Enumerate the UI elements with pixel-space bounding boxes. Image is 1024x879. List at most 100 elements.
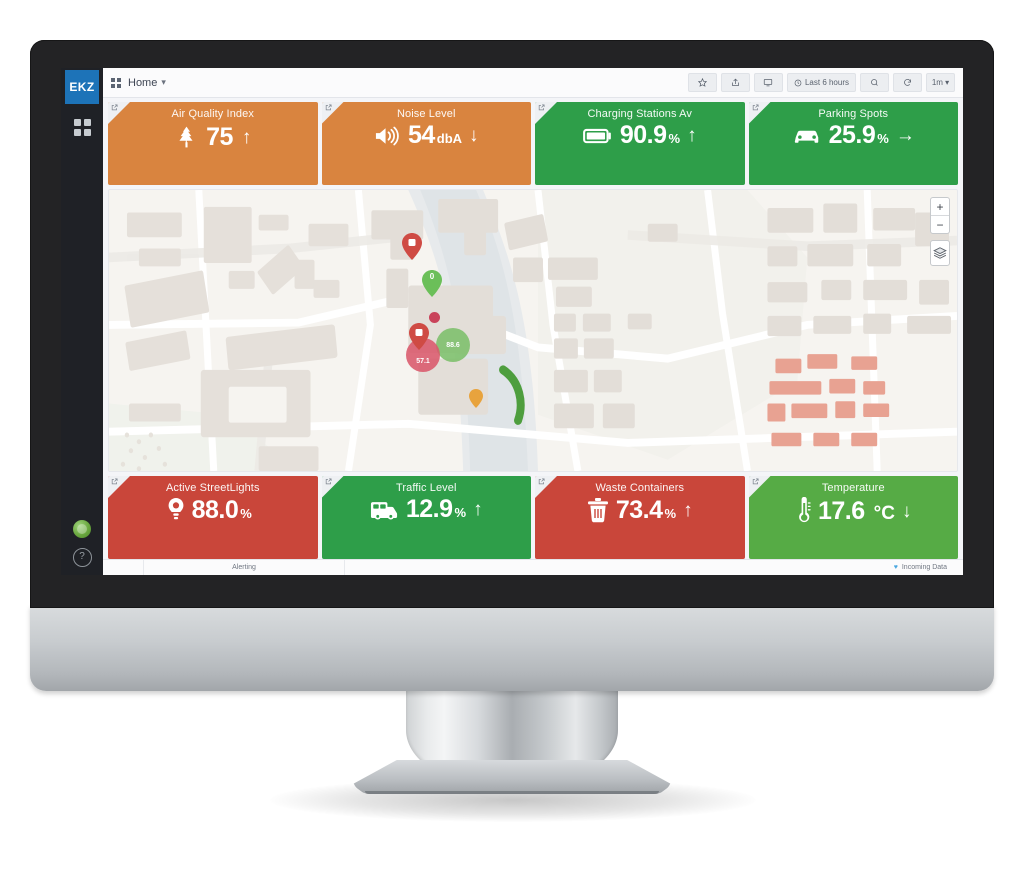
battery-icon: [582, 126, 613, 146]
panel-air-quality-index[interactable]: Air Quality Index 75 ↑: [108, 102, 318, 185]
sidebar: EKZ ?: [61, 68, 103, 575]
sidebar-item-dashboards[interactable]: [61, 110, 103, 144]
panel-value-row: 25.9 % →: [749, 123, 959, 148]
panel-value: 73.4: [615, 495, 663, 524]
zoom-out-button[interactable]: −: [931, 216, 949, 233]
star-button[interactable]: [687, 73, 717, 92]
panel-active-streetlights[interactable]: Active StreetLights 88.0 %: [108, 476, 318, 559]
map-controls: + −: [930, 197, 950, 266]
navbar-actions: Last 6 hours 1m ▾: [687, 73, 955, 92]
avatar[interactable]: [73, 520, 91, 538]
status-incoming-label: Incoming Data: [901, 564, 947, 571]
car-icon: [792, 125, 822, 147]
panel-unit: %: [240, 506, 252, 521]
panel-title: Noise Level: [396, 108, 456, 120]
trend-arrow: ↓: [469, 125, 479, 146]
monitor-stand-foot: [352, 760, 672, 794]
panel-value: 12.9: [405, 495, 453, 523]
panel-unit: dbA: [436, 131, 463, 146]
thermometer-icon: [795, 497, 811, 525]
zoom-out-time-button[interactable]: [860, 73, 889, 92]
trash-icon: [587, 497, 609, 523]
status-alerting[interactable]: Alerting: [144, 560, 345, 575]
panel-unit: %: [668, 131, 681, 146]
time-range-picker[interactable]: Last 6 hours: [786, 73, 856, 92]
breadcrumb[interactable]: Home: [128, 77, 157, 89]
dashboard: Home ▾ Last 6 hours 1m ▾ Air Quality Ind…: [103, 68, 963, 575]
map-canvas: [109, 190, 957, 471]
map-dot-red[interactable]: [429, 312, 440, 323]
tv-mode-button[interactable]: [753, 73, 783, 92]
panel-value-row: 17.6 °C ↓: [749, 497, 959, 525]
map-pin-icon: [409, 323, 429, 350]
sidebar-bottom: ?: [72, 520, 92, 575]
panel-temperature[interactable]: Temperature 17.6 °C ↓: [748, 476, 959, 559]
monitor-chin: [30, 605, 994, 691]
help-icon[interactable]: ?: [72, 548, 92, 567]
refresh-interval-picker[interactable]: 1m ▾: [926, 73, 955, 92]
panel-city-map[interactable]: 0 88.6 57.1 + −: [108, 189, 958, 472]
volume-icon: [374, 124, 401, 148]
panel-title: Air Quality Index: [171, 108, 254, 120]
panel-noise-level[interactable]: Noise Level 54 dbA ↓: [321, 102, 532, 185]
lightbulb-icon: [167, 497, 185, 523]
layers-icon: [933, 247, 947, 259]
screenshot-stage: EKZ ? Home ▾ Last 6 hours 1m ▾ Air Quali…: [0, 0, 1024, 879]
panel-waste-containers[interactable]: Waste Containers 73.4 % ↑: [535, 476, 745, 559]
refresh-button[interactable]: [893, 73, 922, 92]
screen-content: EKZ ? Home ▾ Last 6 hours 1m ▾ Air Quali…: [61, 68, 963, 575]
zoom-in-button[interactable]: +: [931, 198, 949, 216]
grid-icon[interactable]: [111, 77, 121, 88]
map-marker-red-lower[interactable]: [409, 323, 429, 350]
panel-value: 88.0: [191, 495, 239, 524]
panel-unit: %: [454, 505, 467, 520]
truck-icon: [370, 499, 399, 521]
status-incoming-data[interactable]: ♥ Incoming Data: [345, 560, 963, 575]
map-bubble-green-label: 88.6: [446, 341, 460, 349]
map-marker-green[interactable]: 0: [422, 270, 442, 297]
heart-icon: ♥: [893, 564, 898, 571]
panel-title: Parking Spots: [818, 108, 889, 120]
panel-value-row: 88.0 %: [108, 497, 318, 523]
status-cell-empty: [103, 560, 144, 575]
panel-title: Active StreetLights: [165, 482, 260, 494]
chevron-down-icon[interactable]: ▾: [161, 77, 166, 88]
panel-value: 54: [407, 121, 435, 149]
trend-arrow: ↑: [473, 499, 483, 520]
panel-value: 90.9: [619, 121, 667, 149]
panel-value-row: 12.9 % ↑: [322, 497, 532, 522]
trend-arrow: ↑: [241, 126, 252, 148]
panel-value: 17.6: [818, 496, 865, 525]
map-marker-green-label: 0: [429, 272, 435, 281]
panel-value: 25.9: [828, 121, 876, 149]
panel-charging-stations-av[interactable]: Charging Stations Av 90.9 % ↑: [535, 102, 745, 185]
trend-arrow: ↑: [687, 125, 697, 146]
trend-arrow: ↑: [683, 499, 693, 521]
grid-icon: [73, 118, 91, 136]
share-button[interactable]: [720, 73, 750, 92]
panel-value-row: 90.9 % ↑: [535, 123, 745, 148]
panel-parking-spots[interactable]: Parking Spots 25.9 % →: [748, 102, 959, 185]
map-marker-orange[interactable]: [469, 388, 483, 408]
map-pin-icon: [402, 233, 422, 260]
panel-value-row: 54 dbA ↓: [322, 123, 532, 148]
panel-title: Charging Stations Av: [587, 108, 693, 120]
panel-title: Traffic Level: [395, 482, 457, 494]
map-marker-red-top[interactable]: [402, 233, 422, 260]
panel-rows: Air Quality Index 75 ↑ Noise Level 54 db…: [103, 98, 963, 559]
map-layers-button[interactable]: [930, 240, 950, 266]
panel-traffic-level[interactable]: Traffic Level 12.9 % ↑: [321, 476, 532, 559]
time-range-label: Last 6 hours: [804, 78, 849, 87]
panel-title: Waste Containers: [595, 482, 685, 494]
map-bubble-green[interactable]: 88.6: [436, 328, 470, 362]
panel-value: 75: [206, 122, 233, 151]
stat-row-top: Air Quality Index 75 ↑ Noise Level 54 db…: [108, 102, 958, 185]
panel-unit: %: [877, 131, 889, 146]
panel-unit: %: [664, 506, 677, 521]
status-bar: Alerting ♥ Incoming Data: [103, 559, 963, 575]
tree-icon: [174, 123, 199, 151]
trend-arrow: ↓: [902, 500, 912, 522]
panel-value-row: 73.4 % ↑: [535, 497, 745, 523]
panel-value-row: 75 ↑: [108, 123, 318, 151]
brand-logo[interactable]: EKZ: [65, 70, 99, 104]
